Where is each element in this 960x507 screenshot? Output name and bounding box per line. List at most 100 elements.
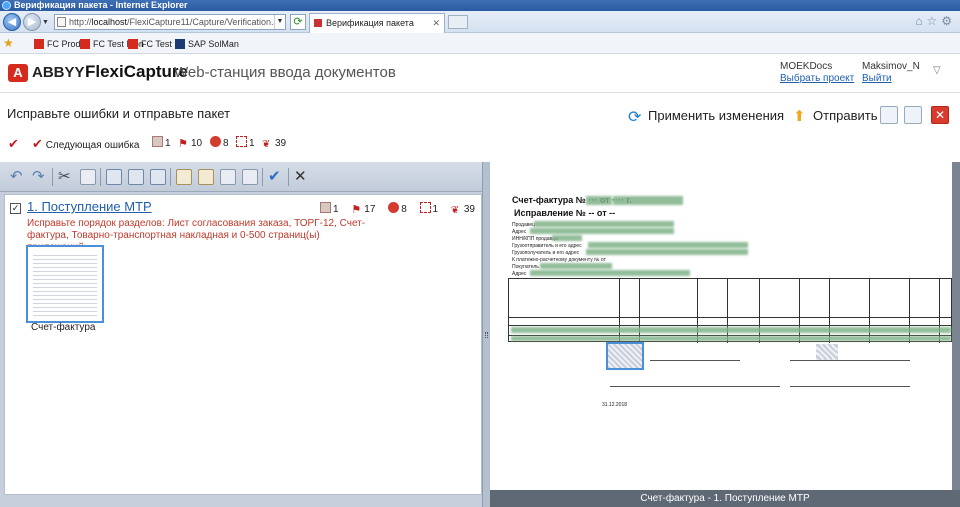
document-title-link[interactable]: 1. Поступление МТР bbox=[27, 199, 152, 214]
toolbar-separator bbox=[170, 168, 171, 186]
logout-link[interactable]: Выйти bbox=[862, 73, 892, 84]
window-title: Верификация пакета - Internet Explorer bbox=[14, 0, 188, 10]
close-icon[interactable]: ✕ bbox=[931, 106, 949, 124]
toolbar-separator bbox=[52, 168, 53, 186]
tab-close-icon[interactable]: ✕ bbox=[432, 14, 440, 33]
vertical-scrollbar[interactable] bbox=[952, 162, 960, 490]
previous-error-button[interactable]: ✔ bbox=[8, 135, 19, 153]
tab-verification[interactable]: Верификация пакета ✕ bbox=[309, 13, 445, 33]
url-field[interactable]: http://localhost/FlexiCapture11/Capture/… bbox=[54, 14, 286, 30]
document-tree-panel: ↶ ↷ ✂ ✔ ✕ ✓ 1. Поступление МТР 1 ⚑ 17 8 1… bbox=[0, 162, 482, 507]
split-document-icon[interactable] bbox=[220, 169, 236, 185]
app-header: A ABBYY FlexiCapture Web-станция ввода д… bbox=[0, 55, 960, 93]
add-favorite-icon[interactable] bbox=[20, 36, 30, 50]
url-dropdown-icon[interactable]: ▼ bbox=[274, 15, 285, 29]
print-icon[interactable] bbox=[242, 169, 258, 185]
next-error-button[interactable]: ✔ Следующая ошибка bbox=[32, 135, 139, 153]
thumbnail-label: Счет-фактура bbox=[31, 322, 96, 333]
favorites-bar: ★ FC Prod FC Test Mon FC Test SAP SolMan bbox=[0, 33, 960, 54]
document-error-counters: 1 ⚑ 17 8 1 ❦ 39 bbox=[310, 202, 475, 216]
counter-regions[interactable]: 1 bbox=[236, 135, 255, 153]
address-bar: ◀ ▶ ▼ http://localhost/FlexiCapture11/Ca… bbox=[0, 11, 960, 33]
document-toolbar: ↶ ↷ ✂ ✔ ✕ bbox=[0, 162, 482, 192]
send-label: Отправить bbox=[813, 108, 878, 123]
redacted-field bbox=[530, 270, 690, 276]
merge-documents-icon[interactable] bbox=[198, 169, 214, 185]
select-project-link[interactable]: Выбрать проект bbox=[780, 73, 854, 84]
sap-icon bbox=[175, 39, 185, 49]
paste-icon[interactable] bbox=[80, 169, 96, 185]
refresh-icon[interactable]: ⟳ bbox=[290, 14, 306, 30]
tab-label: Верификация пакета bbox=[326, 18, 414, 28]
send-button[interactable]: ⬆ Отправить bbox=[793, 106, 877, 126]
home-icon[interactable]: ⌂ bbox=[915, 14, 926, 28]
window-titlebar: Верификация пакета - Internet Explorer bbox=[0, 0, 960, 11]
document-image[interactable]: Счет-фактура № ··· от ···· г. Исправлени… bbox=[490, 162, 952, 490]
flag-icon: ⚑ bbox=[351, 204, 362, 216]
suspicious-char-icon: ❦ bbox=[262, 139, 271, 150]
image-viewer: Счет-фактура № ··· от ···· г. Исправлени… bbox=[490, 162, 960, 507]
counter-flags[interactable]: ⚑ 10 bbox=[178, 135, 202, 153]
counter-value: 1 bbox=[332, 204, 339, 215]
signature-region[interactable] bbox=[606, 342, 644, 370]
suspicious-char-icon: ❦ bbox=[450, 205, 460, 216]
fc-prod-icon bbox=[34, 39, 44, 49]
redo-icon[interactable]: ↷ bbox=[32, 169, 48, 185]
document-checkbox[interactable]: ✓ bbox=[10, 203, 21, 214]
invoice-date: 31.12.2018 bbox=[602, 402, 628, 408]
rotate-right-icon[interactable] bbox=[128, 169, 144, 185]
check-rules-icon[interactable]: ✔ bbox=[268, 169, 284, 185]
cut-icon[interactable]: ✂ bbox=[58, 169, 74, 185]
redacted-row bbox=[511, 336, 951, 341]
redacted-field bbox=[613, 196, 683, 205]
new-tab-button[interactable] bbox=[448, 15, 468, 29]
counter-documents[interactable]: 1 bbox=[152, 135, 171, 153]
correction-heading: Исправление № -- от -- bbox=[514, 208, 616, 218]
gear-icon[interactable]: ⚙ bbox=[941, 14, 956, 28]
doc-counter-documents[interactable]: 1 bbox=[319, 202, 339, 215]
doc-counter-flags[interactable]: ⚑ 17 bbox=[351, 204, 376, 216]
toolbar-separator bbox=[288, 168, 289, 186]
check-arrow-icon: ✔ bbox=[8, 136, 19, 151]
action-bar: ⟳ Применить изменения ⬆ Отправить ✕ bbox=[628, 106, 950, 128]
redacted-field bbox=[540, 263, 612, 269]
copy-document-icon[interactable] bbox=[880, 106, 898, 124]
new-document-icon[interactable] bbox=[176, 169, 192, 185]
rule-error-icon bbox=[210, 136, 221, 147]
panel-splitter[interactable] bbox=[482, 162, 490, 507]
redacted-field bbox=[588, 242, 748, 248]
counter-value: 17 bbox=[364, 204, 376, 215]
reject-document-icon[interactable] bbox=[904, 106, 922, 124]
page-title: Исправьте ошибки и отправьте пакет bbox=[7, 106, 231, 121]
counter-suspicious[interactable]: ❦ 39 bbox=[262, 135, 286, 153]
apply-changes-button[interactable]: ⟳ Применить изменения bbox=[628, 106, 784, 126]
refresh-icon: ⟳ bbox=[628, 109, 642, 126]
invoice-table bbox=[508, 278, 952, 343]
counter-value: 39 bbox=[463, 204, 475, 215]
user-name: Maksimov_N bbox=[862, 61, 920, 72]
undo-icon[interactable]: ↶ bbox=[10, 169, 26, 185]
org-name: MOEKDocs bbox=[780, 61, 833, 72]
redacted-row bbox=[511, 327, 951, 333]
page-thumbnail[interactable] bbox=[26, 245, 104, 323]
back-arrow-icon[interactable]: ◀ bbox=[3, 13, 21, 31]
doc-counter-rules[interactable]: 8 bbox=[388, 202, 407, 215]
favorite-sap-solman[interactable]: SAP SolMan bbox=[175, 37, 239, 51]
doc-counter-regions[interactable]: 1 bbox=[419, 202, 438, 215]
flag-icon: ⚑ bbox=[178, 138, 188, 150]
counter-rules[interactable]: 8 bbox=[210, 135, 229, 153]
counter-value: 1 bbox=[249, 138, 255, 149]
favorite-fc-prod[interactable]: FC Prod bbox=[34, 37, 81, 51]
flip-icon[interactable] bbox=[150, 169, 166, 185]
favorites-star-icon[interactable]: ★ bbox=[3, 36, 14, 50]
tab-favicon-icon bbox=[314, 19, 322, 27]
chevron-down-icon[interactable]: ▽ bbox=[933, 65, 941, 76]
forward-arrow-icon[interactable]: ▶ bbox=[23, 13, 41, 31]
rotate-left-icon[interactable] bbox=[106, 169, 122, 185]
counter-value: 1 bbox=[165, 138, 171, 149]
history-dropdown-icon[interactable]: ▼ bbox=[42, 19, 49, 26]
favorite-fc-test[interactable]: FC Test bbox=[128, 37, 172, 51]
favorites-star-icon[interactable]: ☆ bbox=[926, 14, 941, 28]
doc-counter-suspicious[interactable]: ❦ 39 bbox=[450, 204, 475, 216]
delete-icon[interactable]: ✕ bbox=[294, 169, 310, 185]
